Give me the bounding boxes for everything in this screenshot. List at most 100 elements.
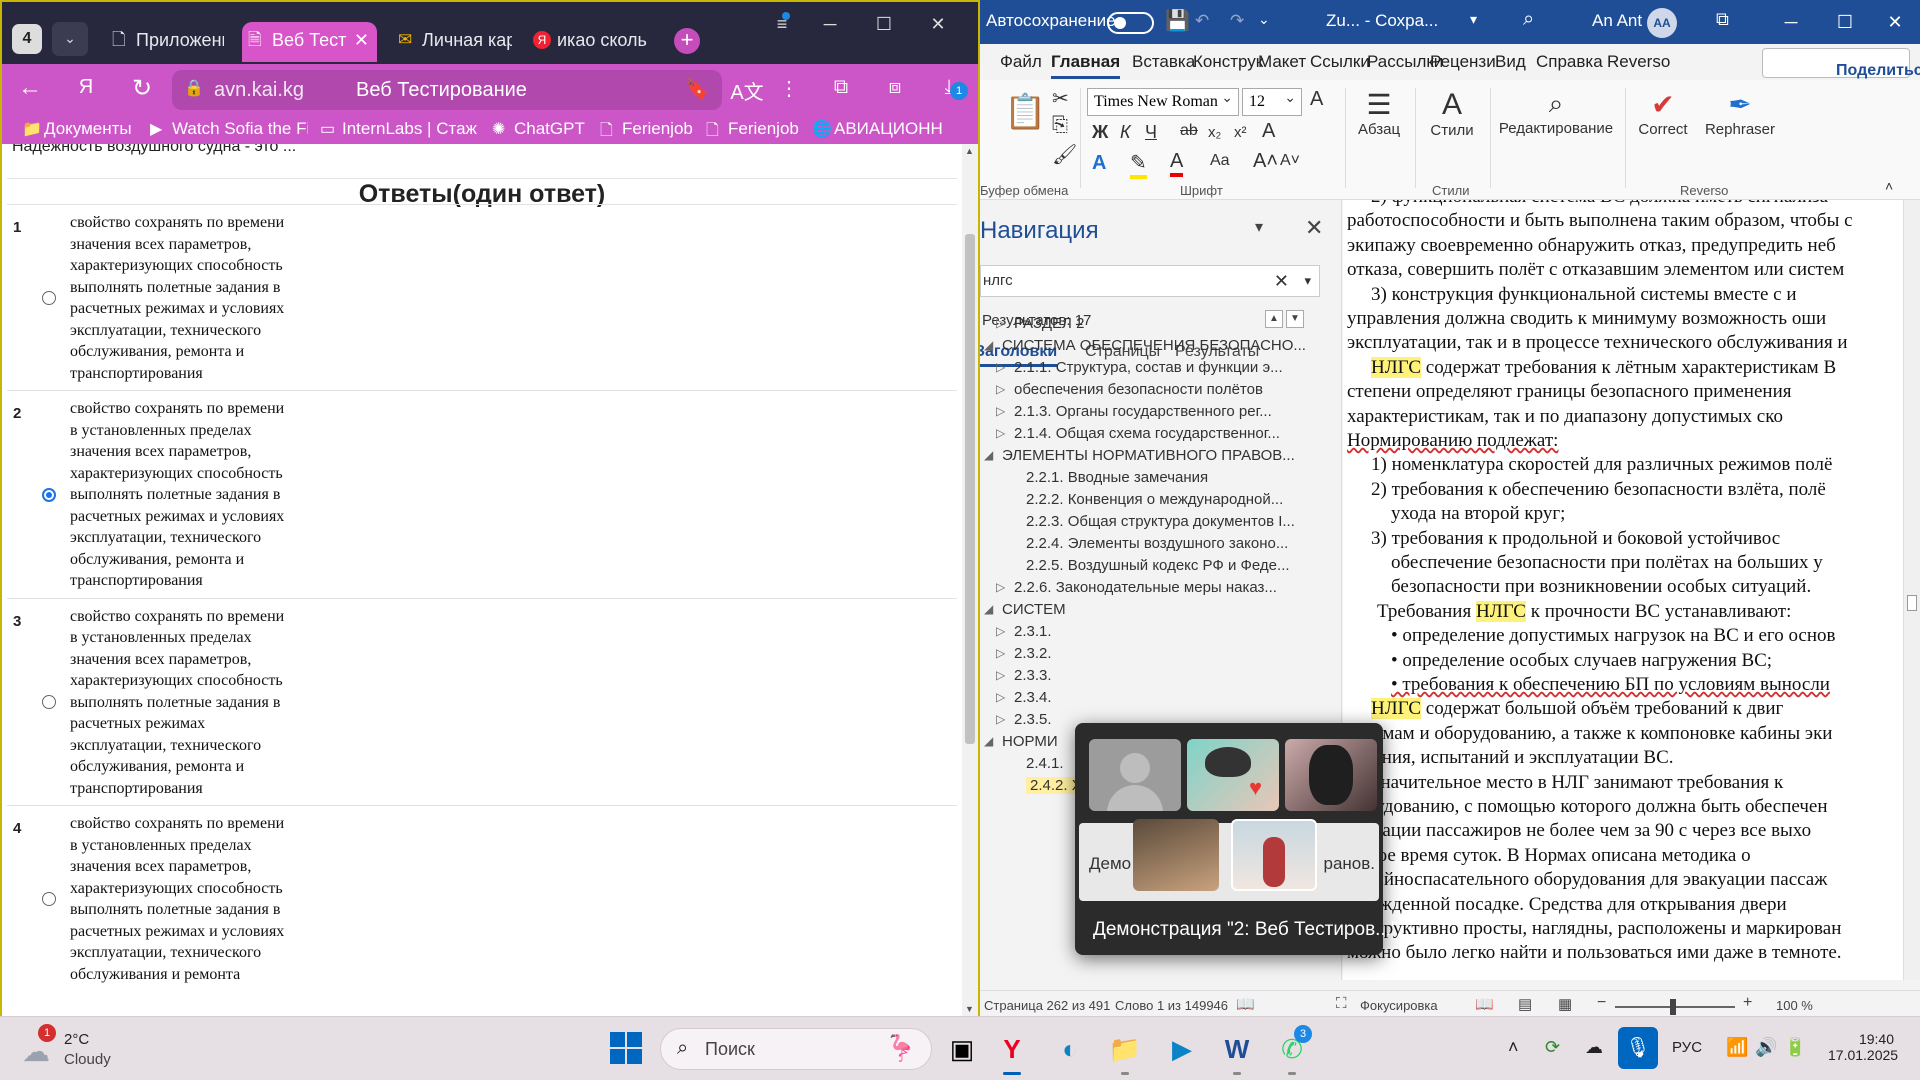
zoom-thumb[interactable] [1670, 999, 1676, 1015]
extensions-icon[interactable]: ⧉ [824, 76, 858, 99]
document-scrollbar[interactable] [1903, 200, 1920, 980]
expand-arrow-icon[interactable]: ▷ [996, 712, 1010, 726]
bookmark-item[interactable]: ▶ Watch Sofia the Fi [150, 119, 308, 139]
tab-file[interactable]: Файл [1000, 52, 1042, 72]
expand-arrow-icon[interactable]: ▷ [996, 668, 1010, 682]
grow-font-icon[interactable]: A˄ [1253, 150, 1278, 173]
nav-heading-item[interactable]: ◢ СИСТЕМ [980, 599, 1320, 621]
translate-icon[interactable]: A文 [730, 76, 764, 105]
url-field[interactable]: 🔒 avn.kai.kg Веб Тестирование 🔖 [172, 70, 722, 110]
bookmark-item[interactable]: 🌐 АВИАЦИОНН [812, 119, 972, 139]
nav-heading-item[interactable]: ▷ обеспечения безопасности полётов [980, 379, 1320, 401]
clock[interactable]: 19:40 17.01.2025 [1828, 1031, 1898, 1063]
scroll-down-icon[interactable]: ▼ [965, 1004, 974, 1014]
zoom-level[interactable]: 100 % [1776, 998, 1813, 1013]
minimize-button[interactable]: ─ [810, 14, 850, 35]
new-tab-button[interactable]: + [674, 28, 700, 54]
tab-count-button[interactable]: 4 [12, 24, 42, 54]
nav-search-input[interactable]: нлгс ✕ ▾ [980, 265, 1320, 297]
correct-button[interactable]: ✔ Correct [1630, 88, 1696, 138]
italic-button[interactable]: К [1120, 122, 1131, 143]
paragraph-button[interactable]: ☰ Абзац [1350, 88, 1408, 138]
zoom-in-icon[interactable]: + [1743, 994, 1752, 1012]
file-explorer-icon[interactable]: 📁 [1105, 1029, 1145, 1075]
minimize-button[interactable]: ─ [1768, 6, 1814, 38]
expand-arrow-icon[interactable]: ▷ [996, 646, 1010, 660]
undo-icon[interactable]: ↶ [1195, 11, 1209, 31]
browser-tab-search[interactable]: Яикао сколь [527, 22, 659, 62]
styles-button[interactable]: A Стили [1420, 88, 1484, 139]
sync-icon[interactable]: ⟳ [1545, 1037, 1560, 1058]
paste-icon[interactable]: 📋 [1004, 92, 1046, 132]
bookmark-item[interactable]: 📁 Документы [22, 119, 132, 139]
nav-options-icon[interactable]: ▾ [1255, 217, 1263, 237]
nav-heading-item[interactable]: ▷ РАЗДЕЛ 2 [980, 313, 1320, 335]
bookmark-item[interactable]: 🗋 Ferienjob [706, 119, 799, 139]
rephraser-button[interactable]: ✒ Rephraser [1698, 88, 1782, 138]
weather-condition[interactable]: Cloudy [64, 1051, 111, 1068]
editing-button[interactable]: ⌕ Редактирование [1494, 88, 1618, 137]
avatar[interactable]: AA [1647, 8, 1677, 38]
answer-radio[interactable] [42, 892, 56, 906]
tab-insert[interactable]: Вставка [1132, 52, 1195, 72]
cut-icon[interactable]: ✂ [1052, 86, 1069, 111]
answer-option[interactable]: 1 свойство сохранять по времени значения в… [7, 204, 957, 390]
user-name[interactable]: An Ant [1592, 11, 1642, 31]
expand-arrow-icon[interactable]: ▷ [996, 404, 1010, 418]
focus-icon[interactable]: ⛶ [1336, 995, 1347, 1012]
close-button[interactable]: ✕ [918, 14, 958, 35]
tab-layout[interactable]: Макет [1258, 52, 1306, 72]
bookmark-item[interactable]: 🗋 Ferienjob [600, 119, 693, 139]
superscript-icon[interactable]: x² [1234, 124, 1247, 141]
web-layout-icon[interactable]: ▦ [1558, 995, 1572, 1013]
onedrive-icon[interactable]: ☁ [1585, 1037, 1603, 1058]
format-painter-icon[interactable]: 🖌 [1052, 142, 1077, 167]
shrink-font-icon[interactable]: A˅ [1280, 152, 1300, 170]
strikethrough-icon[interactable]: ab [1180, 122, 1198, 140]
task-view-icon[interactable]: ▣ [942, 1029, 982, 1069]
answer-option[interactable]: 3 свойство сохранять по времени в установл… [7, 597, 957, 806]
nav-heading-item[interactable]: ◢ СИСТЕМА ОБЕСПЕЧЕНИЯ БЕЗОПАСНО... [980, 335, 1320, 357]
font-color-icon[interactable]: A [1170, 150, 1184, 177]
wifi-icon[interactable]: 📶 [1726, 1037, 1748, 1058]
expand-arrow-icon[interactable]: ▷ [996, 690, 1010, 704]
answer-radio[interactable] [42, 487, 56, 502]
page-count[interactable]: Страница 262 из 491 [984, 998, 1110, 1013]
scroll-thumb[interactable] [1907, 595, 1917, 611]
expand-arrow-icon[interactable]: ▷ [996, 316, 1010, 330]
highlight-icon[interactable]: ✎ [1130, 150, 1147, 179]
tab-references[interactable]: Ссылки [1310, 52, 1370, 72]
search-icon[interactable]: ⌕ [1523, 8, 1534, 31]
focus-mode[interactable]: Фокусировка [1360, 998, 1438, 1013]
change-case-icon[interactable]: Aa [1210, 152, 1230, 170]
nav-heading-item[interactable]: ▷ 2.3.1. [980, 621, 1320, 643]
search-dropdown-icon[interactable]: ▾ [1304, 266, 1311, 296]
read-mode-icon[interactable]: 📖 [1475, 995, 1494, 1013]
maximize-button[interactable]: ☐ [1822, 6, 1868, 38]
meet-icon[interactable]: ▶ [1162, 1029, 1202, 1069]
font-size-combo[interactable]: 12 [1242, 86, 1302, 116]
tab-help[interactable]: Справка [1536, 52, 1603, 72]
lock-icon[interactable]: 🔒 [184, 78, 204, 98]
collapse-arrow-icon[interactable]: ◢ [984, 338, 998, 352]
nav-heading-item[interactable]: ▷ 2.1.1. Структура, состав и функции э... [980, 357, 1320, 379]
scroll-thumb[interactable] [965, 234, 975, 744]
word-icon[interactable]: W [1217, 1029, 1257, 1075]
text-effect-icon[interactable]: A [1092, 152, 1106, 175]
proofing-icon[interactable]: 📖 [1236, 995, 1255, 1013]
nav-heading-item[interactable]: ▷ 2.1.4. Общая схема государственног... [980, 423, 1320, 445]
underline-button[interactable]: Ч [1145, 122, 1157, 143]
share-button[interactable]: Поделиться [1762, 48, 1920, 79]
preview-thumb-photo[interactable] [1133, 819, 1219, 891]
bookmark-item[interactable]: ▭ InternLabs | Стаж [320, 119, 482, 139]
font-name-combo[interactable]: Times New Roman [1087, 86, 1239, 116]
scroll-up-icon[interactable]: ▲ [965, 146, 974, 156]
expand-arrow-icon[interactable]: ▷ [996, 426, 1010, 440]
tab-review[interactable]: Рецензи [1430, 52, 1496, 72]
battery-icon[interactable]: 🔋 [1784, 1037, 1806, 1058]
preview-thumb-photo[interactable] [1231, 819, 1317, 891]
nav-heading-item[interactable]: ▷ 2.3.4. [980, 687, 1320, 709]
preview-thumb-placeholder[interactable] [1089, 739, 1181, 811]
microphone-icon[interactable]: 🎙 [1618, 1027, 1658, 1069]
show-hidden-icons[interactable]: ˄ [1508, 1037, 1519, 1058]
